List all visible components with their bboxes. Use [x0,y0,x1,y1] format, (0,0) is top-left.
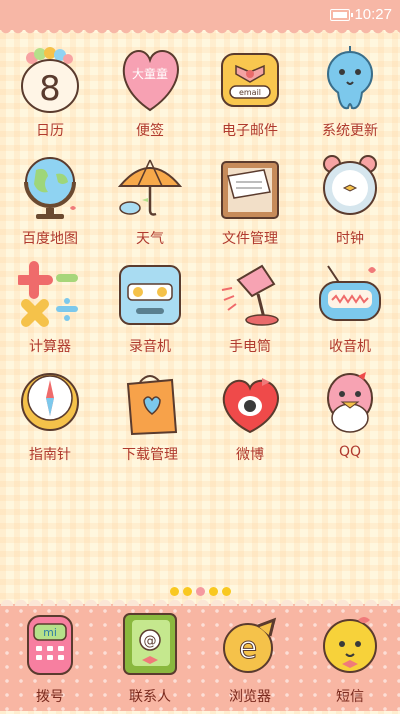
dock-message[interactable]: 短信 [300,606,400,714]
app-label: 短信 [336,689,364,705]
app-label: 文件管理 [222,231,278,247]
page-dot[interactable] [182,587,192,596]
app-label: 系统更新 [322,123,378,139]
page-dot[interactable] [169,587,179,596]
umbrella-icon [118,159,182,216]
calendar-icon: 8 [21,47,79,113]
browser-icon: e [223,617,277,673]
svg-text:mi: mi [43,626,57,639]
svg-text:email: email [239,88,261,97]
app-weibo[interactable]: 微博 [200,364,300,472]
update-icon [327,46,373,110]
app-recorder[interactable]: 录音机 [100,256,200,364]
contacts-icon: @ [123,613,177,675]
globe-icon [24,157,76,219]
recorder-icon [119,265,181,325]
email-icon: email [221,53,279,107]
app-note[interactable]: 大童童 便签 [100,40,200,148]
app-download[interactable]: 下载管理 [100,364,200,472]
svg-text:e: e [239,631,257,666]
page-dot-active[interactable] [195,587,205,596]
app-label: 手电筒 [229,339,271,355]
flashlight-icon [221,264,279,326]
app-label: 便签 [136,123,164,139]
app-compass[interactable]: 指南针 [0,364,100,472]
message-icon [323,617,377,673]
app-flashlight[interactable]: 手电筒 [200,256,300,364]
phone-icon: mi [27,615,73,675]
app-calculator[interactable]: 计算器 [0,256,100,364]
page-dot[interactable] [208,587,218,596]
folder-icon [221,161,279,219]
app-email[interactable]: email 电子邮件 [200,40,300,148]
svg-text:@: @ [144,634,157,649]
app-label: 时钟 [336,231,364,247]
qq-penguin-icon [327,372,373,433]
app-label: 收音机 [329,339,371,355]
page-dot[interactable] [221,587,231,596]
app-label: 下载管理 [122,447,178,463]
app-weather[interactable]: 天气 [100,148,200,256]
app-label: 浏览器 [229,689,271,705]
dock-contacts[interactable]: @ 联系人 [100,606,200,714]
app-label: 微博 [236,447,264,463]
app-label: 拨号 [36,689,64,705]
download-bag-icon [126,375,178,436]
compass-icon [21,373,79,431]
page-indicator [0,581,400,596]
status-time: 10:27 [354,6,392,23]
app-label: QQ [338,444,362,460]
app-label: 百度地图 [22,231,78,247]
app-label: 天气 [136,231,164,247]
note-icon: 大童童 [122,50,179,112]
app-label: 计算器 [29,339,71,355]
app-files[interactable]: 文件管理 [200,148,300,256]
app-label: 录音机 [129,339,171,355]
app-radio[interactable]: 收音机 [300,256,400,364]
app-clock[interactable]: 时钟 [300,148,400,256]
svg-text:大童童: 大童童 [132,66,168,81]
app-label: 电子邮件 [222,123,278,139]
app-label: 联系人 [129,689,171,705]
calculator-icon [18,261,78,327]
radio-icon [319,265,381,321]
status-bar: 10:27 [0,0,400,36]
dock-phone[interactable]: mi 拨号 [0,606,100,714]
app-qq[interactable]: QQ [300,364,400,472]
app-calendar[interactable]: 8 日历 [0,40,100,148]
app-label: 指南针 [29,447,71,463]
dock: mi 拨号 @ 联系人 e 浏览器 短信 [0,597,400,714]
battery-icon [330,9,353,21]
alarm-clock-icon [323,155,377,215]
weibo-icon [222,378,279,434]
svg-text:8: 8 [39,69,61,109]
app-update[interactable]: 系统更新 [300,40,400,148]
app-map[interactable]: 百度地图 [0,148,100,256]
dock-browser[interactable]: e 浏览器 [200,606,300,714]
app-label: 日历 [36,123,64,139]
